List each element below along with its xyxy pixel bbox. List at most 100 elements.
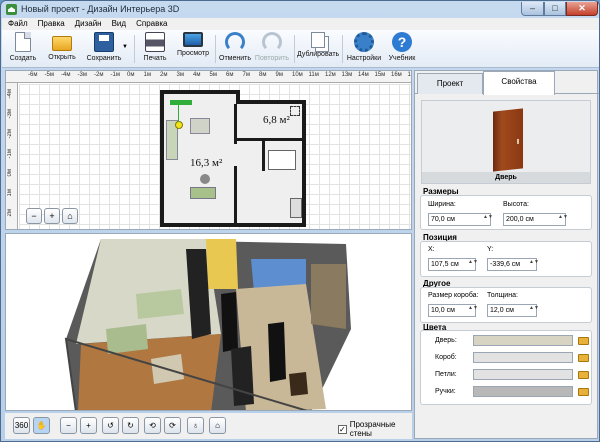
close-button[interactable]: ✕ [566,2,598,16]
duplicate-button[interactable]: Дублировать [297,32,339,66]
zoom-out-button[interactable]: − [26,208,42,224]
handles-color-folder-icon[interactable] [578,388,589,396]
save-button[interactable]: Сохранить [84,32,124,66]
selection-handle[interactable] [175,121,183,129]
thickness-label: Толщина: [487,292,518,299]
preview-button[interactable]: Просмотр [175,32,211,66]
ruler-tick-label: 3м [176,72,184,78]
height-value: 200,0 см [506,216,534,223]
home-3d-button[interactable]: ⌂ [209,417,226,434]
tilt-down-icon[interactable]: ⟳ [164,417,181,434]
width-field[interactable]: 70,0 см ▲▼ [428,213,493,226]
home-button[interactable]: ⌂ [62,208,78,224]
width-spinner[interactable]: ▲▼ [483,215,493,224]
height-spinner[interactable]: ▲▼ [558,215,568,224]
folder-icon [52,36,72,51]
wall [237,138,302,141]
zoom-in-3d-button[interactable]: + [80,417,97,434]
ruler-tick-label: -2м [7,129,13,139]
door-color-swatch[interactable] [473,335,573,346]
redo-button[interactable]: Повторить [254,32,290,66]
frame-size-field[interactable]: 10,0 см ▲▼ [428,304,478,317]
undo-button[interactable]: Отменить [219,32,251,66]
handles-color-swatch[interactable] [473,386,573,397]
ruler-tick-label: 7м [242,72,250,78]
ruler-tick-label: -4м [61,72,71,78]
ruler-tick-label: 15м [374,72,386,78]
tab-project[interactable]: Проект [417,73,483,94]
zoom-out-3d-button[interactable]: − [60,417,77,434]
x-spinner[interactable]: ▲▼ [468,260,478,269]
save-label: Сохранить [86,55,122,62]
minimize-button[interactable]: – [521,2,544,16]
zoom-in-button[interactable]: + [44,208,60,224]
thickness-spinner[interactable]: ▲▼ [529,306,539,315]
cabinet [290,198,302,218]
y-spinner[interactable]: ▲▼ [529,260,539,269]
door-color-folder-icon[interactable] [578,337,589,345]
ruler-tick-label: 17м [407,72,412,78]
settings-button[interactable]: Настройки [345,32,383,66]
toolbar-separator [215,35,216,63]
open-label: Открыть [48,54,76,61]
preview-caption: Дверь [422,172,590,183]
tab-properties[interactable]: Свойства [483,71,555,95]
ruler-tick-label: -6м [28,72,38,78]
width-value: 70,0 см [431,216,455,223]
menu-view[interactable]: Вид [112,18,126,30]
height-field[interactable]: 200,0 см ▲▼ [503,213,568,226]
tilt-up-icon[interactable]: ⟲ [144,417,161,434]
floor-plan: 16,3 м² 6,8 м² [160,90,306,227]
x-field[interactable]: 107,5 см ▲▼ [428,258,478,271]
menu-edit[interactable]: Правка [38,18,65,30]
hinges-color-folder-icon[interactable] [578,371,589,379]
maximize-button[interactable]: □ [544,2,566,16]
hinges-color-swatch[interactable] [473,369,573,380]
open-button[interactable]: Открыть [44,32,80,66]
ruler-tick-label: 10м [292,72,303,78]
ruler-tick-label: 2м [160,72,168,78]
save-dropdown-arrow[interactable]: ▼ [122,44,128,50]
rotate-360-icon[interactable]: 360 [13,417,30,434]
undo-label: Отменить [219,55,251,62]
toolbar: Создать Открыть Сохранить ▼ Печать Просм… [2,30,599,68]
transparent-walls-label: Прозрачные стены [349,420,396,438]
frame-color-swatch[interactable] [473,352,573,363]
transparent-walls-option[interactable]: ✓ Прозрачные стены [338,420,412,438]
wall [160,90,164,227]
settings-label: Настройки [346,55,382,62]
lamp-icon[interactable]: ♁ [187,417,204,434]
wall [262,141,265,171]
colors-group: Дверь: Короб: Петли: Ручки: [420,330,592,405]
view-3d[interactable] [5,233,412,411]
create-label: Создать [9,55,37,62]
other-group: Размер короба: Толщина: 10,0 см ▲▼ 12,0 с… [420,287,592,323]
menu-help[interactable]: Справка [136,18,167,30]
rotate-right-icon[interactable]: ↻ [122,417,139,434]
y-field[interactable]: -339,6 см ▲▼ [487,258,539,271]
frame-size-spinner[interactable]: ▲▼ [468,306,478,315]
create-button[interactable]: Создать [8,32,38,66]
app-window: Новый проект - Дизайн Интерьера 3D – □ ✕… [0,0,600,442]
toolbar-separator [342,35,343,63]
table [200,174,210,184]
menu-design[interactable]: Дизайн [75,18,102,30]
frame-color-folder-icon[interactable] [578,354,589,362]
pan-hand-icon[interactable]: ✋ [33,417,50,434]
floppy-disk-icon [94,32,114,52]
transparent-walls-checkbox[interactable]: ✓ [338,424,347,434]
hinges-color-label: Петли: [435,371,457,378]
print-button[interactable]: Печать [140,32,170,66]
rotate-left-icon[interactable]: ↺ [102,417,119,434]
view-3d-toolbar: 360 ✋ − + ↺ ↻ ⟲ ⟳ ♁ ⌂ ✓ Прозрачные стены [5,413,412,439]
tutorial-button[interactable]: ? Учебник [386,32,418,66]
ruler-tick-label: -4м [7,89,13,99]
selected-door[interactable] [170,100,192,105]
print-label: Печать [143,55,167,62]
ruler-tick-label: -3м [77,72,87,78]
window-title: Новый проект - Дизайн Интерьера 3D [21,4,180,14]
menu-file[interactable]: Файл [8,18,28,30]
ruler-tick-label: 12м [325,72,336,78]
thickness-field[interactable]: 12,0 см ▲▼ [487,304,539,317]
plan-2d-view[interactable]: -6м -5м -4м -3м -2м -1м 0м 1м 2м 3м 4м 5м 6м 7м 8м 9м 10… [5,70,412,230]
